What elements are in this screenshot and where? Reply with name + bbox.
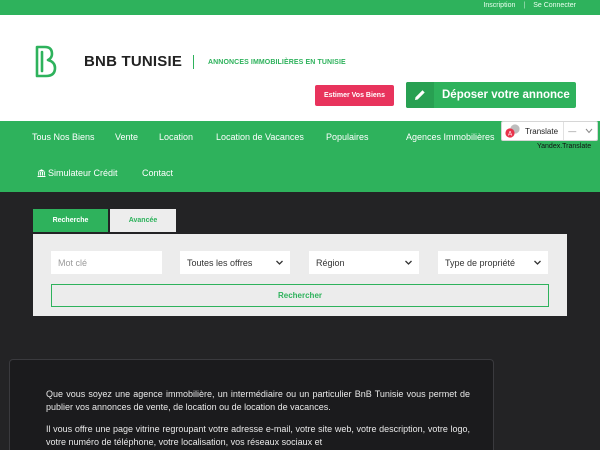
search-panel: Mot clé Toutes les offres Région Type de… [33, 234, 567, 316]
rechercher-button[interactable]: Rechercher [51, 284, 549, 307]
keyword-input[interactable]: Mot clé [51, 251, 162, 274]
nav-item-location[interactable]: Location [159, 132, 193, 142]
nav-item-simulateur[interactable]: Simulateur Crédit [37, 168, 118, 178]
top-bar: Inscription | Se Connecter [0, 0, 600, 15]
chevron-down-icon [585, 128, 593, 134]
tab-recherche[interactable]: Recherche [33, 209, 108, 232]
chevron-down-icon [405, 260, 412, 265]
logo-icon[interactable] [33, 45, 59, 78]
account-links: Inscription | Se Connecter [483, 2, 576, 9]
nav-item-agences[interactable]: Agences Immobilières [406, 132, 495, 142]
chevron-down-icon [534, 260, 541, 265]
translate-icon: A [505, 124, 521, 138]
property-type-select[interactable]: Type de propriété [438, 251, 548, 274]
tab-avancee[interactable]: Avancée [110, 209, 176, 232]
inscription-link[interactable]: Inscription [483, 2, 515, 9]
nav-item-vente[interactable]: Vente [115, 132, 138, 142]
region-select[interactable]: Région [309, 251, 419, 274]
property-type-select-value: Type de propriété [445, 257, 516, 268]
estimer-vos-biens-button[interactable]: Estimer Vos Biens [315, 85, 394, 106]
nav-item-simulateur-label: Simulateur Crédit [48, 168, 118, 178]
deposer-annonce-label: Déposer votre annonce [442, 89, 570, 101]
link-separator: | [523, 2, 526, 9]
language-dropdown[interactable]: — [563, 122, 597, 140]
nav-item-contact[interactable]: Contact [142, 168, 173, 178]
site-tagline: ANNONCES IMMOBILIÈRES EN TUNISIE [208, 59, 346, 66]
bank-icon [37, 169, 46, 177]
header-divider [193, 55, 194, 69]
offers-select-value: Toutes les offres [187, 257, 253, 268]
se-connecter-link[interactable]: Se Connecter [533, 2, 576, 9]
chevron-down-icon [276, 260, 283, 265]
pencil-icon [406, 82, 434, 108]
brand-name[interactable]: BNB TUNISIE [84, 53, 182, 70]
region-select-value: Région [316, 257, 345, 268]
info-paragraph-1: Que vous soyez une agence immobilière, u… [46, 389, 470, 412]
deposer-annonce-button[interactable]: Déposer votre annonce [406, 82, 576, 108]
language-dash: — [568, 126, 577, 136]
offers-select[interactable]: Toutes les offres [180, 251, 290, 274]
info-paragraph-2: Il vous offre une page vitrine regroupan… [46, 424, 470, 447]
translate-widget[interactable]: A Translate — [501, 121, 598, 141]
nav-item-location-vacances[interactable]: Location de Vacances [216, 132, 304, 142]
nav-item-populaires[interactable]: Populaires [326, 132, 369, 142]
translate-label: Translate [525, 126, 559, 136]
info-box: Que vous soyez une agence immobilière, u… [9, 359, 494, 450]
yandex-translate-link[interactable]: Yandex.Translate [537, 143, 591, 150]
nav-item-tous-nos-biens[interactable]: Tous Nos Biens [32, 132, 95, 142]
